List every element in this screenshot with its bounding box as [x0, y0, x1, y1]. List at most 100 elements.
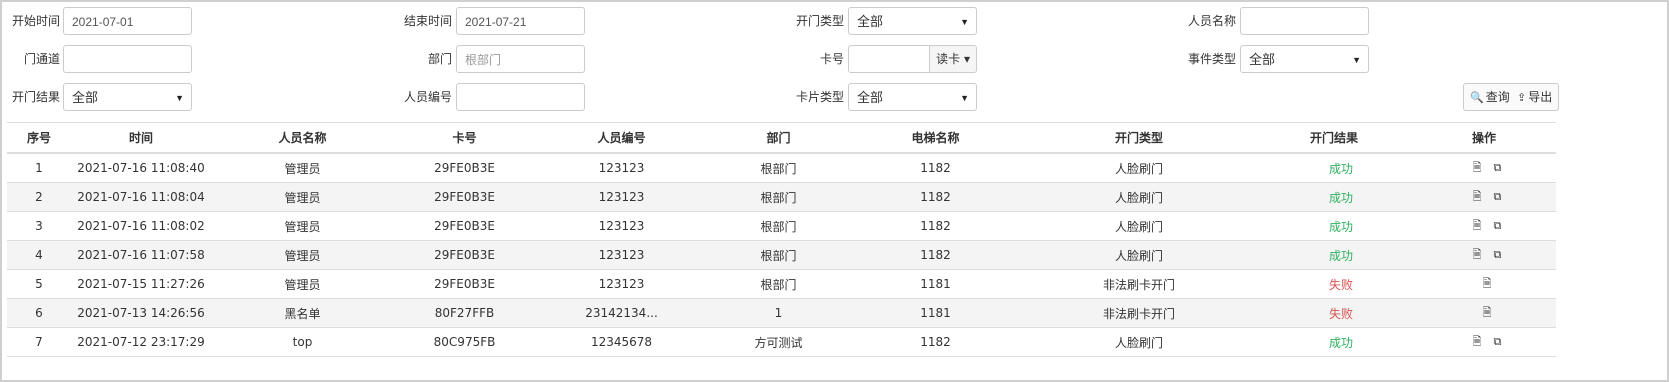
cell-elevator: 1182 — [849, 182, 1022, 212]
department-input[interactable]: 根部门 — [456, 45, 585, 73]
cell-open-type: 人脸刷门 — [1022, 327, 1256, 357]
cell-person-no: 123123 — [535, 240, 708, 270]
cell-name: 管理员 — [211, 269, 394, 299]
cell-time: 2021-07-12 23:17:29 — [71, 327, 211, 357]
detail-icon[interactable]: 🗎 — [1473, 159, 1482, 178]
cell-seq: 2 — [7, 182, 71, 212]
record-table: 序号 时间 人员名称 卡号 人员编号 部门 电梯名称 开门类型 开门结果 操作 … — [7, 122, 1556, 357]
card-no-label: 卡号 — [819, 52, 844, 66]
cell-time: 2021-07-16 11:08:40 — [71, 153, 211, 183]
table-row: 1 2021-07-16 11:08:40 管理员 29FE0B3E 123123 根部门… — [7, 153, 1556, 183]
end-time-label: 结束时间 — [403, 14, 452, 28]
cell-name: 管理员 — [211, 211, 394, 241]
cell-department: 根部门 — [708, 153, 849, 183]
cell-open-result: 成功 — [1256, 153, 1412, 183]
person-name-input[interactable] — [1240, 7, 1369, 35]
cell-time: 2021-07-16 11:08:02 — [71, 211, 211, 241]
start-time-label: 开始时间 — [11, 14, 60, 28]
open-type-value: 全部 — [857, 14, 884, 29]
door-record-panel: 开始时间 2021-07-01 00:00:00 结束时间 2021-07-21… — [0, 0, 1669, 382]
detail-icon[interactable]: 🗎 — [1473, 333, 1482, 352]
cell-open-type: 人脸刷门 — [1022, 182, 1256, 212]
cell-person-no: 23142134... — [535, 298, 708, 328]
header-seq: 序号 — [7, 122, 71, 154]
cell-open-type: 人脸刷门 — [1022, 211, 1256, 241]
header-name: 人员名称 — [211, 122, 394, 154]
card-type-label: 卡片类型 — [795, 90, 844, 104]
table-row: 2 2021-07-16 11:08:04 管理员 29FE0B3E 123123 根部门… — [7, 182, 1556, 212]
open-link-icon[interactable]: ⧉ — [1494, 335, 1502, 349]
detail-icon[interactable]: 🗎 — [1473, 246, 1482, 265]
card-type-value: 全部 — [857, 90, 884, 105]
table-row: 7 2021-07-12 23:17:29 top 80C975FB 12345678 方… — [7, 327, 1556, 357]
cell-open-result: 成功 — [1256, 240, 1412, 270]
cell-name: 管理员 — [211, 182, 394, 212]
open-result-label: 开门结果 — [11, 90, 60, 104]
cell-elevator: 1182 — [849, 153, 1022, 183]
cell-open-type: 非法刷卡开门 — [1022, 298, 1256, 328]
person-no-input[interactable] — [456, 83, 585, 111]
detail-icon[interactable]: 🗎 — [1473, 188, 1482, 207]
cell-open-result: 成功 — [1256, 182, 1412, 212]
detail-icon[interactable]: 🗎 — [1473, 217, 1482, 236]
header-open-type: 开门类型 — [1022, 122, 1256, 154]
open-result-value: 全部 — [72, 90, 99, 105]
header-department: 部门 — [708, 122, 849, 154]
door-channel-input[interactable] — [63, 45, 192, 73]
cell-operations: 🗎 ⧉ — [1412, 182, 1556, 212]
cell-card: 29FE0B3E — [394, 269, 535, 299]
caret-down-icon: ▼ — [960, 17, 969, 27]
query-label: 查询 — [1485, 90, 1510, 104]
header-person-no: 人员编号 — [535, 122, 708, 154]
open-link-icon[interactable]: ⧉ — [1494, 219, 1502, 233]
query-button[interactable]: 🔍 查询 — [1463, 83, 1517, 111]
cell-operations: 🗎 — [1412, 298, 1556, 328]
cell-seq: 7 — [7, 327, 71, 357]
cell-seq: 1 — [7, 153, 71, 183]
detail-icon[interactable]: 🗎 — [1483, 275, 1492, 294]
caret-down-icon: ▼ — [1352, 55, 1361, 65]
cell-card: 29FE0B3E — [394, 211, 535, 241]
card-type-select[interactable]: 全部 ▼ — [848, 83, 977, 111]
export-button[interactable]: ⇪ 导出 — [1511, 83, 1560, 111]
cell-operations: 🗎 ⧉ — [1412, 153, 1556, 183]
table-row: 6 2021-07-13 14:26:56 黑名单 80F27FFB 23142134.… — [7, 298, 1556, 328]
event-type-select[interactable]: 全部 ▼ — [1240, 45, 1369, 73]
cell-card: 80F27FFB — [394, 298, 535, 328]
table-row: 5 2021-07-15 11:27:26 管理员 29FE0B3E 123123 根部门… — [7, 269, 1556, 299]
open-type-select[interactable]: 全部 ▼ — [848, 7, 977, 35]
header-card: 卡号 — [394, 122, 535, 154]
cell-open-result: 成功 — [1256, 211, 1412, 241]
end-time-input[interactable]: 2021-07-21 23:59:59 — [456, 7, 585, 57]
open-type-label: 开门类型 — [795, 14, 844, 28]
cell-open-type: 人脸刷门 — [1022, 240, 1256, 270]
table-body: 1 2021-07-16 11:08:40 管理员 29FE0B3E 123123 根部门… — [7, 153, 1556, 357]
cell-card: 29FE0B3E — [394, 182, 535, 212]
cell-seq: 3 — [7, 211, 71, 241]
card-no-input[interactable] — [849, 46, 929, 72]
read-card-button[interactable]: 读卡 ▾ — [929, 46, 976, 72]
caret-down-icon: ▼ — [175, 93, 184, 103]
open-link-icon[interactable]: ⧉ — [1494, 190, 1502, 204]
open-link-icon[interactable]: ⧉ — [1494, 248, 1502, 262]
start-time-input[interactable]: 2021-07-01 00:00:00 — [63, 7, 192, 57]
event-type-value: 全部 — [1249, 52, 1276, 67]
cell-time: 2021-07-16 11:08:04 — [71, 182, 211, 212]
header-elevator: 电梯名称 — [849, 122, 1022, 154]
cell-elevator: 1182 — [849, 240, 1022, 270]
caret-down-icon: ▼ — [960, 93, 969, 103]
cell-elevator: 1181 — [849, 269, 1022, 299]
open-result-select[interactable]: 全部 ▼ — [63, 83, 192, 111]
detail-icon[interactable]: 🗎 — [1483, 304, 1492, 323]
table-row: 4 2021-07-16 11:07:58 管理员 29FE0B3E 123123 根部门… — [7, 240, 1556, 270]
cell-department: 根部门 — [708, 269, 849, 299]
person-no-label: 人员编号 — [403, 90, 452, 104]
cell-open-type: 人脸刷门 — [1022, 153, 1256, 183]
cell-person-no: 123123 — [535, 153, 708, 183]
person-name-label: 人员名称 — [1187, 14, 1236, 28]
cell-operations: 🗎 — [1412, 269, 1556, 299]
upload-icon: ⇪ — [1517, 91, 1527, 104]
cell-person-no: 123123 — [535, 211, 708, 241]
open-link-icon[interactable]: ⧉ — [1494, 161, 1502, 175]
cell-person-no: 12345678 — [535, 327, 708, 357]
